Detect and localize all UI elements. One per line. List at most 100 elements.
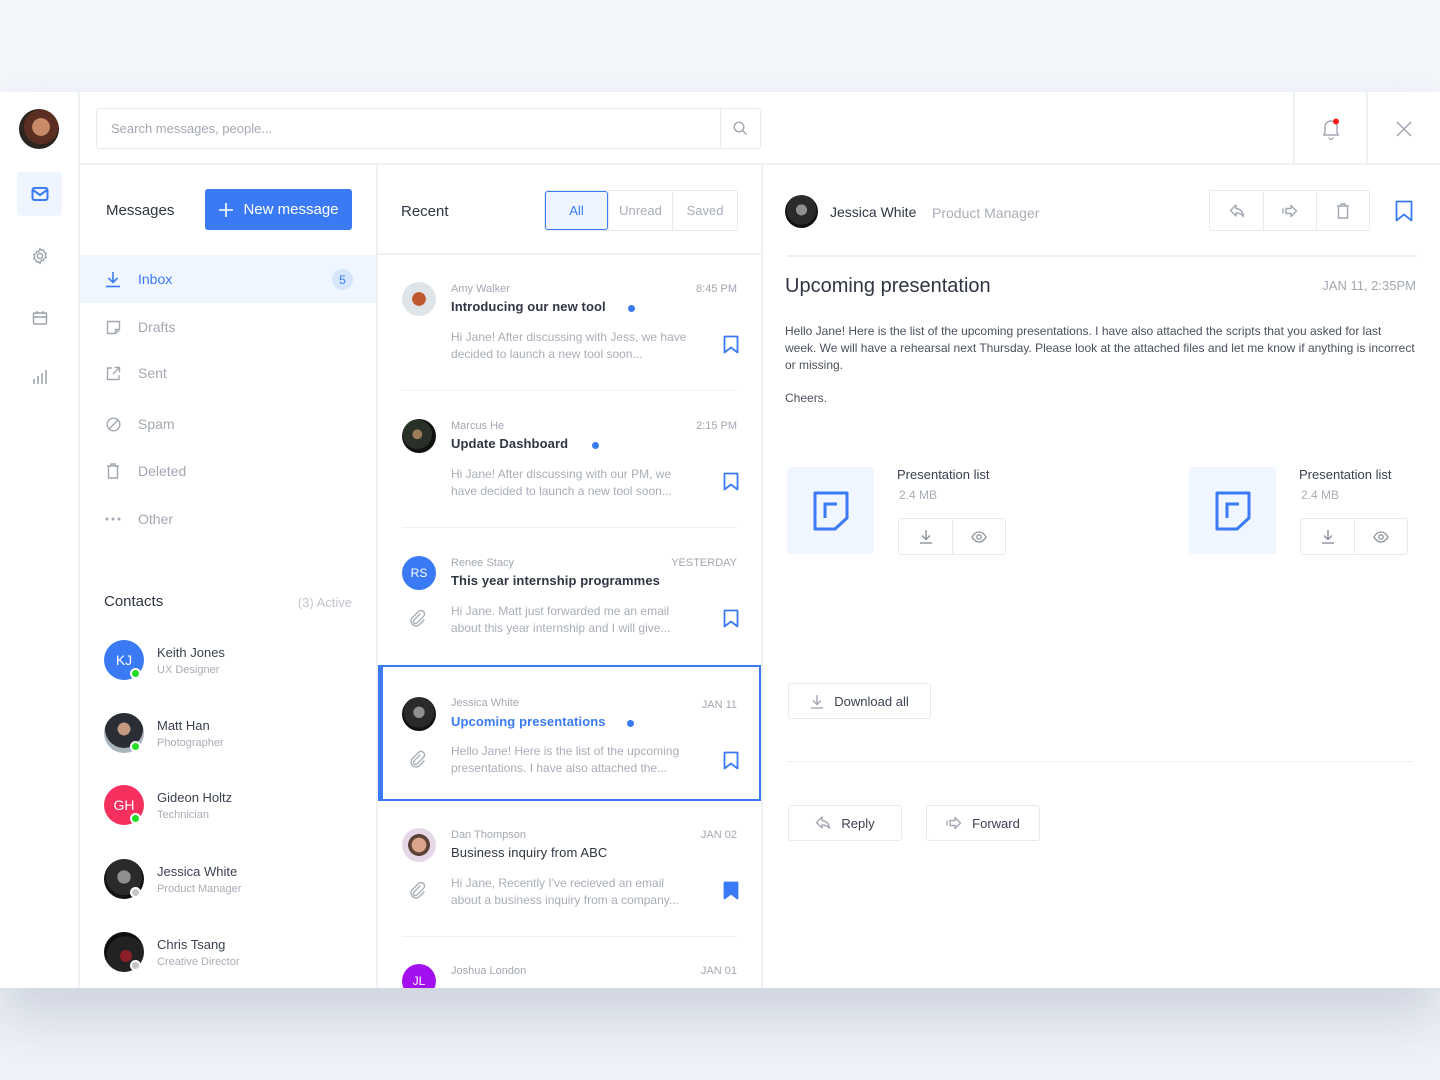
message-subject: This year internship programmes: [451, 573, 660, 588]
download-all-button[interactable]: Download all: [788, 683, 931, 719]
close-button[interactable]: [1366, 92, 1440, 165]
contact-item[interactable]: GH Gideon Holtz Technician: [104, 785, 364, 827]
bookmark-button[interactable]: [723, 472, 739, 491]
search-button[interactable]: [720, 109, 760, 148]
file-thumbnail[interactable]: [787, 467, 874, 554]
message-sender: Marcus He: [451, 420, 505, 432]
search-input[interactable]: [97, 109, 720, 148]
bookmark-icon: [723, 472, 739, 491]
reply-button[interactable]: Reply: [788, 805, 902, 841]
forward-label: Forward: [972, 815, 1020, 831]
message-reader: Jessica White Product Manager Upcoming p…: [763, 165, 1440, 988]
bookmark-button[interactable]: [723, 751, 739, 770]
contact-item[interactable]: Matt Han Photographer: [104, 713, 364, 755]
download-icon: [811, 694, 824, 709]
preview-attachment-button[interactable]: [952, 519, 1005, 554]
notification-dot: [1332, 118, 1339, 124]
message-time: 2:15 PM: [696, 420, 737, 432]
folder-sent[interactable]: Sent: [80, 349, 376, 397]
contacts-heading: Contacts: [104, 593, 164, 610]
folder-label: Sent: [138, 365, 167, 381]
file-icon: [1215, 491, 1250, 530]
unread-dot: [628, 305, 635, 312]
forward-button[interactable]: Forward: [926, 805, 1040, 841]
message-item[interactable]: Dan Thompson JAN 02 Business inquiry fro…: [378, 801, 761, 937]
message-subject: Update Dashboard: [451, 436, 569, 451]
message-item[interactable]: Amy Walker 8:45 PM Introducing our new t…: [378, 255, 761, 391]
divider: [787, 255, 1417, 257]
new-message-label: New message: [243, 201, 339, 218]
external-link-icon: [106, 366, 120, 380]
message-subject: Introducing our new tool: [451, 299, 606, 314]
bookmark-button[interactable]: [1395, 200, 1413, 222]
user-avatar[interactable]: [19, 109, 59, 149]
attachment-indicator: [408, 609, 426, 627]
online-status: [130, 741, 141, 752]
attachment-name: Presentation list: [1299, 467, 1392, 482]
bookmark-button-saved[interactable]: [723, 881, 739, 900]
folder-label: Deleted: [138, 463, 187, 479]
rail-stats[interactable]: [17, 355, 62, 399]
attachment-size: 2.4 MB: [1301, 488, 1340, 502]
folder-inbox[interactable]: Inbox 5: [80, 255, 376, 303]
folder-label: Spam: [138, 416, 175, 432]
folder-label: Drafts: [138, 319, 176, 335]
folder-other[interactable]: Other: [80, 495, 376, 543]
message-sender: Renee Stacy: [451, 557, 514, 569]
inbox-download-icon: [106, 271, 120, 287]
message-item[interactable]: Marcus He 2:15 PM Update Dashboard Hi Ja…: [378, 392, 761, 528]
folder-spam[interactable]: Spam: [80, 400, 376, 448]
message-preview: Hi Jane! After discussing with our PM, w…: [451, 467, 672, 498]
new-message-button[interactable]: New message: [205, 189, 352, 230]
forward-action[interactable]: [1263, 191, 1316, 230]
rail-calendar[interactable]: [17, 296, 62, 340]
forward-icon: [946, 816, 962, 830]
folder-deleted[interactable]: Deleted: [80, 447, 376, 495]
message-item[interactable]: JL Joshua London JAN 01: [378, 937, 761, 988]
paperclip-icon: [410, 609, 426, 627]
active-count: (3) Active: [297, 595, 352, 610]
contact-item[interactable]: Jessica White Product Manager: [104, 859, 364, 901]
mail-app: Messages New message Inbox 5 Drafts Sent…: [0, 92, 1440, 988]
rail-settings[interactable]: [17, 234, 62, 278]
message-list-panel: Recent All Unread Saved Amy Walker 8:45 …: [378, 165, 763, 988]
download-attachment-button[interactable]: [1301, 519, 1354, 554]
tab-saved[interactable]: Saved: [672, 191, 737, 230]
message-item[interactable]: RS Renee Stacy YESTERDAY This year inter…: [378, 529, 761, 665]
attachment-size: 2.4 MB: [899, 488, 938, 502]
attachment-name: Presentation list: [897, 467, 990, 482]
offline-status: [130, 887, 141, 898]
folder-drafts[interactable]: Drafts: [80, 303, 376, 351]
message-time: JAN 01: [700, 965, 737, 977]
notifications-button[interactable]: [1293, 92, 1366, 165]
file-icon: [813, 491, 848, 530]
attachment-indicator: [408, 881, 426, 899]
avatar: JL: [402, 964, 436, 988]
rail-mail[interactable]: [17, 172, 62, 216]
block-icon: [105, 416, 121, 432]
reply-action[interactable]: [1210, 191, 1263, 230]
bookmark-button[interactable]: [723, 335, 739, 354]
delete-action[interactable]: [1316, 191, 1369, 230]
file-thumbnail[interactable]: [1189, 467, 1276, 554]
contact-name: Keith Jones: [157, 645, 225, 660]
messages-heading: Messages: [106, 202, 175, 219]
close-icon: [1396, 120, 1412, 137]
avatar: [402, 419, 436, 453]
online-status: [130, 813, 141, 824]
contact-item[interactable]: Chris Tsang Creative Director: [104, 932, 364, 974]
contact-name: Chris Tsang: [157, 937, 226, 952]
bookmark-button[interactable]: [723, 609, 739, 628]
message-time: JAN 02: [700, 829, 737, 841]
message-item-selected[interactable]: Jessica White JAN 11 Upcoming presentati…: [378, 665, 761, 801]
tab-unread[interactable]: Unread: [608, 191, 672, 230]
download-attachment-button[interactable]: [899, 519, 952, 554]
sender-avatar: [785, 195, 818, 228]
tab-all[interactable]: All: [545, 191, 608, 230]
preview-attachment-button[interactable]: [1354, 519, 1407, 554]
reply-icon: [1229, 203, 1244, 217]
contact-item[interactable]: KJ Keith Jones UX Designer: [104, 640, 364, 682]
forward-icon: [1282, 204, 1298, 217]
filter-tabs: All Unread Saved: [544, 190, 738, 231]
sender-role: Product Manager: [932, 205, 1040, 221]
